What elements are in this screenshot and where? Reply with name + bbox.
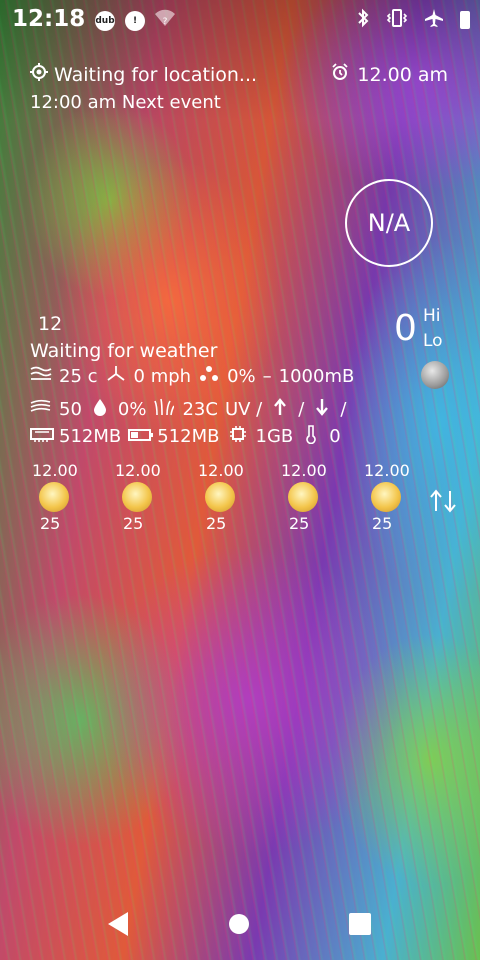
precipitation-value: 0% bbox=[227, 366, 256, 387]
next-event[interactable]: 12:00 am Next event bbox=[30, 92, 221, 113]
forecast-temp: 25 bbox=[372, 514, 393, 533]
cpu-value: 1GB bbox=[255, 426, 294, 447]
weather-details-row-1: 25 c 0 mph 0% – 1000mB bbox=[30, 365, 354, 388]
forecast-temp: 25 bbox=[123, 514, 144, 533]
forecast-time: 12.00 bbox=[198, 461, 244, 480]
weather-status[interactable]: Waiting for weather bbox=[30, 340, 217, 362]
precipitation-dots-icon bbox=[198, 365, 220, 388]
feels-like-value: 25 c bbox=[59, 366, 98, 387]
location-row[interactable]: Waiting for location... bbox=[30, 63, 257, 86]
sunset-value: / bbox=[340, 399, 347, 420]
forecast-item[interactable]: 12.00 25 bbox=[113, 461, 196, 533]
cpu-chip-icon bbox=[227, 425, 249, 448]
forecast-time: 12.00 bbox=[281, 461, 327, 480]
vibrate-icon bbox=[386, 8, 408, 32]
uv-value: UV / bbox=[224, 399, 263, 420]
humidity-value: 0% bbox=[117, 399, 147, 420]
forecast-time: 12.00 bbox=[115, 461, 161, 480]
alarm-row[interactable]: 12.00 am bbox=[331, 63, 448, 86]
wind-value: 0 mph bbox=[133, 366, 192, 387]
haze-icon bbox=[30, 366, 52, 387]
ram-value: 512MB bbox=[59, 426, 122, 447]
forecast-time: 12.00 bbox=[364, 461, 410, 480]
lo-label: Lo bbox=[423, 331, 443, 351]
location-icon bbox=[30, 63, 48, 86]
system-icons bbox=[356, 8, 470, 32]
battery-horizontal-icon bbox=[128, 426, 154, 447]
current-temp-small: 12 bbox=[38, 313, 63, 335]
forecast-item[interactable]: 12.00 25 bbox=[279, 461, 362, 533]
alarm-clock-icon bbox=[331, 63, 349, 86]
navigation-bar bbox=[0, 886, 480, 960]
ram-icon bbox=[30, 426, 54, 447]
aqi-circle[interactable]: N/A bbox=[345, 179, 433, 267]
forecast-temp: 25 bbox=[206, 514, 227, 533]
water-drop-icon bbox=[89, 398, 111, 421]
sunrise-arrow-icon bbox=[269, 398, 291, 421]
wind-lines-icon bbox=[30, 399, 52, 420]
location-text: Waiting for location... bbox=[54, 63, 258, 86]
wifi-unknown-icon: ? bbox=[155, 9, 175, 32]
alarm-time: 12.00 am bbox=[357, 63, 448, 86]
sunny-icon bbox=[288, 482, 318, 512]
forecast-item[interactable]: 12.00 25 bbox=[196, 461, 279, 533]
battery-icon bbox=[460, 11, 470, 29]
forecast-item[interactable]: 12.00 25 bbox=[30, 461, 113, 533]
pressure-value: 1000mB bbox=[278, 366, 355, 387]
notification-icons: dub ! ? bbox=[95, 9, 175, 32]
big-temperature: 0 bbox=[394, 308, 417, 349]
forecast-temp: 25 bbox=[40, 514, 61, 533]
forecast-temp: 25 bbox=[289, 514, 310, 533]
status-bar[interactable]: 12:18 dub ! ? bbox=[0, 0, 480, 40]
hi-label: Hi bbox=[423, 306, 441, 326]
device-stats-row: 512MB 512MB 1GB 0 bbox=[30, 424, 341, 449]
sunny-icon bbox=[205, 482, 235, 512]
airplane-icon bbox=[424, 8, 444, 32]
dew-point-value: 23C bbox=[182, 399, 218, 420]
moon-phase-icon bbox=[421, 361, 449, 389]
device-temp-value: 0 bbox=[329, 426, 341, 447]
hourly-forecast: 12.00 25 12.00 25 12.00 25 12.00 25 12.0… bbox=[30, 461, 445, 533]
refresh-swap-icon[interactable] bbox=[428, 489, 458, 519]
sunny-icon bbox=[371, 482, 401, 512]
battery-value: 512MB bbox=[157, 426, 220, 447]
aqi-value: N/A bbox=[367, 209, 411, 237]
recent-apps-button[interactable] bbox=[349, 913, 371, 935]
grass-icon bbox=[153, 398, 176, 421]
sunset-arrow-icon bbox=[311, 398, 333, 421]
sunrise-value: / bbox=[298, 399, 305, 420]
sunny-icon bbox=[122, 482, 152, 512]
status-time: 12:18 bbox=[12, 6, 86, 32]
wind-turbine-icon bbox=[105, 365, 127, 388]
forecast-time: 12.00 bbox=[32, 461, 78, 480]
back-button[interactable] bbox=[108, 912, 128, 936]
pressure-separator: – bbox=[262, 366, 272, 387]
svg-text:?: ? bbox=[163, 17, 168, 27]
weather-details-row-2: 50 0% 23C UV / / / bbox=[30, 398, 346, 421]
air-quality-value: 50 bbox=[59, 399, 82, 420]
dub-icon: dub bbox=[95, 10, 115, 31]
sim-alert-icon: ! bbox=[125, 10, 145, 31]
thermometer-icon bbox=[300, 424, 322, 449]
sunny-icon bbox=[39, 482, 69, 512]
bluetooth-icon bbox=[356, 8, 370, 32]
home-button[interactable] bbox=[229, 914, 249, 934]
